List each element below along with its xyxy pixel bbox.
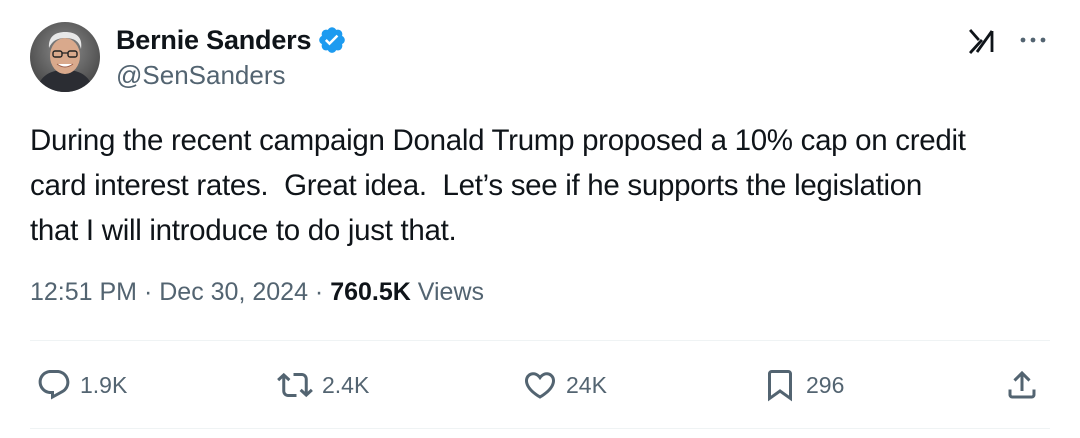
avatar-image [30,22,100,92]
tweet-text: During the recent campaign Donald Trump … [30,124,966,247]
bookmark-count: 296 [806,371,845,398]
tweet-card: Bernie Sanders @SenSanders During the re… [0,0,1080,438]
author-name-row: Bernie Sanders [116,22,347,58]
meta-separator: · [314,278,324,306]
bookmark-button[interactable]: 296 [762,360,844,410]
avatar[interactable] [30,22,100,92]
views-label: Views [417,278,485,306]
grok-icon[interactable] [968,26,1000,56]
views-count[interactable]: 760.5K [330,278,411,307]
tweet-time[interactable]: 12:51 PM [30,278,137,307]
reply-button[interactable]: 1.9K [36,360,127,410]
more-icon[interactable] [1018,30,1048,50]
verified-badge-icon[interactable] [317,25,347,55]
repost-icon [277,372,313,398]
reply-icon [38,370,70,400]
like-count: 24K [566,371,607,398]
divider [30,428,1050,429]
like-button[interactable]: 24K [522,360,607,410]
reply-count: 1.9K [80,371,128,398]
like-icon [524,372,556,399]
author-display-name[interactable]: Bernie Sanders [116,25,311,56]
share-button[interactable] [1004,360,1040,410]
tweet-actions: 1.9K 2.4K 24K 296 [0,360,1080,410]
tweet-date[interactable]: Dec 30, 2024 [159,278,308,307]
repost-count: 2.4K [322,371,370,398]
author-handle[interactable]: @SenSanders [116,60,286,91]
repost-button[interactable]: 2.4K [276,360,369,410]
meta-separator: · [143,278,153,306]
tweet-meta: 12:51 PM · Dec 30, 2024 · 760.5K Views [30,278,484,307]
views-label-spacer [411,278,418,307]
share-icon [1008,370,1036,399]
bookmark-icon [768,370,792,402]
divider [30,340,1050,341]
